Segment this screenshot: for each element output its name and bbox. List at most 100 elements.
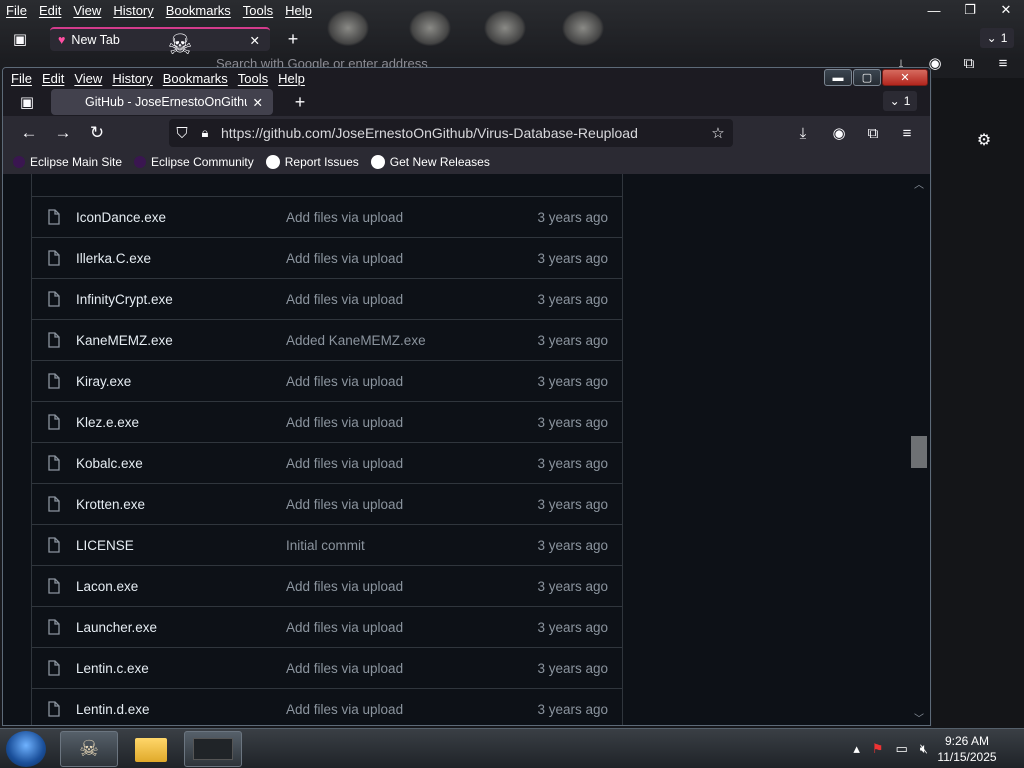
url-bar[interactable]: ⛉ 🔒︎ https://github.com/JoseErnestoOnGit… [169,119,733,147]
commit-message-link[interactable]: Added KaneMEMZ.exe [286,333,526,348]
bg-tab-overview-icon[interactable]: ▣ [8,28,32,50]
file-name-link[interactable]: Krotten.exe [76,497,286,512]
bg-menu-edit[interactable]: Edit [39,3,61,18]
tab-github[interactable]: GitHub - JoseErnestoOnGithub/ ✕ [51,89,273,115]
file-name-link[interactable]: Klez.e.exe [76,415,286,430]
new-tab-icon[interactable]: + [289,91,311,113]
commit-message-link[interactable]: Add files via upload [286,415,526,430]
table-row[interactable]: KaneMEMZ.exe Added KaneMEMZ.exe 3 years ag… [32,320,622,361]
extensions-icon[interactable]: ⧉ [863,123,883,143]
commit-message-link[interactable]: Add files via upload [286,374,526,389]
table-row[interactable]: InfinityCrypt.exe Add files via upload 3 y… [32,279,622,320]
menu-help[interactable]: Help [278,71,305,86]
bg-tab-new-tab[interactable]: ♥ New Tab ✕ [50,27,270,51]
network-icon[interactable]: ▭ [896,741,908,757]
start-button[interactable] [6,731,46,767]
table-row[interactable]: Launcher.exe Add files via upload 3 years … [32,607,622,648]
commit-message-link[interactable]: Add files via upload [286,292,526,307]
file-name-link[interactable]: Launcher.exe [76,620,286,635]
tab-list-button[interactable]: ⌄ 1 [883,91,917,111]
bookmark-star-icon[interactable]: ☆ [703,124,733,142]
bg-menu-help[interactable]: Help [285,3,312,18]
volume-muted-icon[interactable]: 🔇︎ [920,741,928,757]
bg-menu-file[interactable]: File [6,3,27,18]
commit-message-link[interactable]: Initial commit [286,538,526,553]
maximize-button[interactable]: ▢ [853,69,881,86]
back-arrow-icon[interactable]: ← [19,123,39,143]
file-name-link[interactable]: Kobalc.exe [76,456,286,471]
table-row[interactable]: Kiray.exe Add files via upload 3 years ago [32,361,622,402]
action-center-flag-icon[interactable]: ⚑ [872,741,884,757]
reload-icon[interactable]: ↻ [87,123,107,143]
table-row[interactable]: Klez.e.exe Add files via upload 3 years ag… [32,402,622,443]
menu-bookmarks[interactable]: Bookmarks [163,71,228,86]
bg-tab-close-icon[interactable]: ✕ [250,33,260,48]
settings-gear-icon[interactable]: ⚙ [974,130,994,150]
file-name-link[interactable]: Lentin.c.exe [76,661,286,676]
menu-history[interactable]: History [112,71,152,86]
file-name-link[interactable]: Kiray.exe [76,374,286,389]
show-hidden-icons-icon[interactable]: ▴ [853,741,860,757]
bg-menu-history[interactable]: History [113,3,153,18]
scrollbar-thumb[interactable] [911,436,927,468]
file-name-link[interactable]: IconDance.exe [76,210,286,225]
table-row[interactable]: Lentin.c.exe Add files via upload 3 years … [32,648,622,689]
file-name-link[interactable]: KaneMEMZ.exe [76,333,286,348]
table-row[interactable]: Krotten.exe Add files via upload 3 years a… [32,484,622,525]
menu-edit[interactable]: Edit [42,71,64,86]
shield-icon[interactable]: ⛉ [169,125,195,142]
taskbar-app-skull[interactable]: ☠ [60,731,118,767]
table-row[interactable]: Kobalc.exe Add files via upload 3 years ag… [32,443,622,484]
commit-message-link[interactable]: Add files via upload [286,579,526,594]
lock-icon[interactable]: 🔒︎ [195,125,215,141]
table-row[interactable]: Lacon.exe Add files via upload 3 years ago [32,566,622,607]
file-name-link[interactable]: Illerka.C.exe [76,251,286,266]
clock[interactable]: 9:26 AM 11/15/2025 [932,733,1002,765]
commit-message-link[interactable]: Add files via upload [286,661,526,676]
download-icon[interactable]: ⤓ [793,123,813,143]
table-row[interactable]: Lentin.d.exe Add files via upload 3 years … [32,689,622,725]
bg-close-button[interactable]: ✕ [988,0,1024,20]
bg-restore-button[interactable]: ❐ [952,0,988,20]
taskbar-app-explorer[interactable] [122,731,180,767]
tab-close-icon[interactable]: ✕ [247,95,263,110]
commit-message-link[interactable]: Add files via upload [286,497,526,512]
close-button[interactable]: ✕ [882,69,928,86]
commit-message-link[interactable]: Add files via upload [286,251,526,266]
app-menu-icon[interactable]: ≡ [897,123,917,143]
bg-new-tab-icon[interactable]: + [282,28,304,50]
file-name-link[interactable]: InfinityCrypt.exe [76,292,286,307]
file-name-link[interactable]: Lacon.exe [76,579,286,594]
tab-overview-icon[interactable]: ▣ [15,91,39,113]
scroll-down-icon[interactable]: ﹀ [912,710,926,725]
bg-extensions-icon[interactable]: ⧉ [960,54,978,72]
commit-message-link[interactable]: Add files via upload [286,456,526,471]
bookmark-eclipse-community[interactable]: Eclipse Community [134,155,254,169]
forward-arrow-icon[interactable]: → [53,123,73,143]
bookmark-get-new-releases[interactable]: Get New Releases [370,155,490,169]
bg-menu-view[interactable]: View [73,3,101,18]
scrollbar[interactable]: ︿ ﹀ [908,174,930,725]
menu-file[interactable]: File [11,71,32,86]
account-icon[interactable]: ◉ [829,123,849,143]
bg-menu-tools[interactable]: Tools [243,3,273,18]
bg-menu-bookmarks[interactable]: Bookmarks [166,3,231,18]
table-row[interactable]: IconDance.exe Add files via upload 3 years… [32,197,622,238]
bg-menu-icon[interactable]: ≡ [994,54,1012,72]
bg-tab-list-button[interactable]: ⌄ 1 [980,28,1014,48]
bg-minimize-button[interactable]: — [916,0,952,20]
bookmark-eclipse-main[interactable]: Eclipse Main Site [13,155,122,169]
url-text[interactable]: https://github.com/JoseErnestoOnGithub/V… [215,125,638,141]
table-row[interactable]: LICENSE Initial commit 3 years ago [32,525,622,566]
file-name-link[interactable]: Lentin.d.exe [76,702,286,717]
menu-tools[interactable]: Tools [238,71,268,86]
scroll-up-icon[interactable]: ︿ [912,176,926,191]
commit-message-link[interactable]: Add files via upload [286,620,526,635]
table-row[interactable]: Illerka.C.exe Add files via upload 3 years… [32,238,622,279]
bookmark-report-issues[interactable]: Report Issues [265,155,359,169]
file-name-link[interactable]: LICENSE [76,538,286,553]
commit-message-link[interactable]: Add files via upload [286,702,526,717]
taskbar-app-browser[interactable] [184,731,242,767]
menu-view[interactable]: View [74,71,102,86]
commit-message-link[interactable]: Add files via upload [286,210,526,225]
